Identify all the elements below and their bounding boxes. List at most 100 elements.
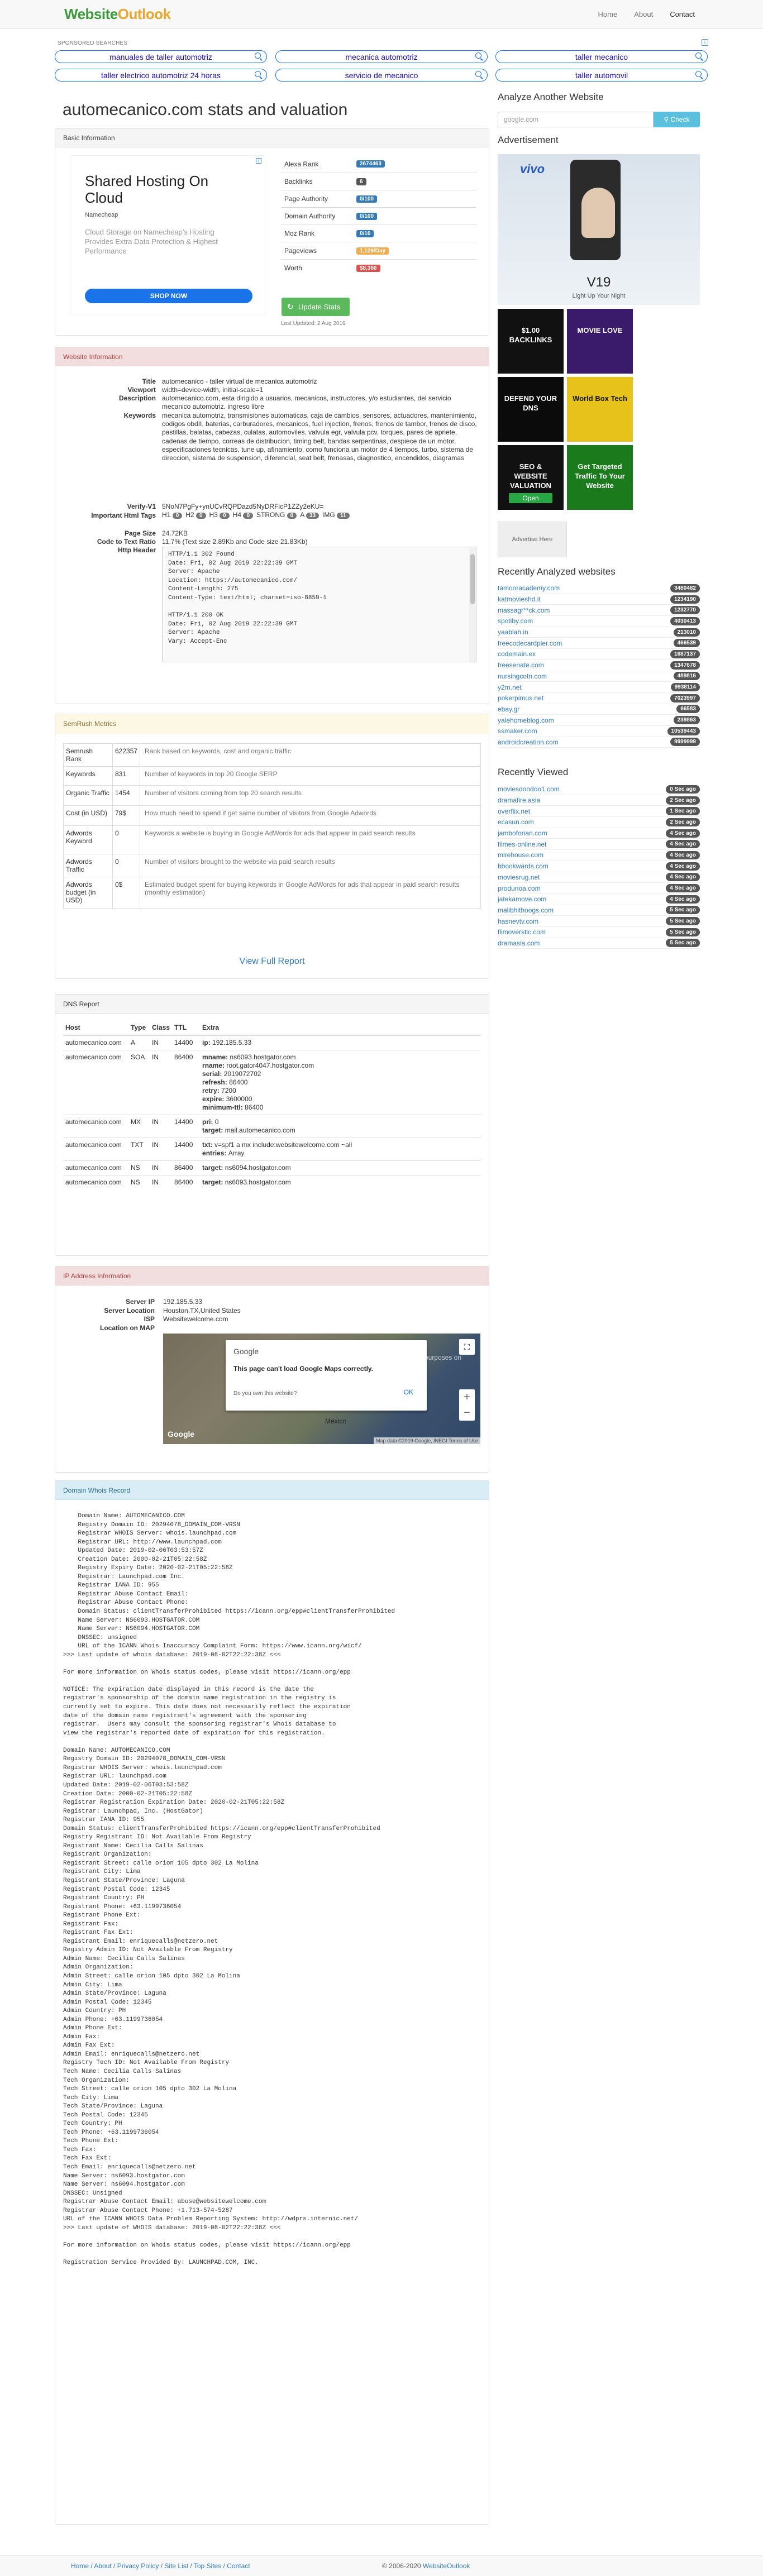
list-item[interactable]: dramafire.asia 2 Sec ago	[498, 795, 700, 806]
list-item[interactable]: bbookwards.com 4 Sec ago	[498, 861, 700, 872]
site-link[interactable]: bbookwards.com	[498, 862, 549, 870]
advertise-here-banner[interactable]: Advertise Here	[498, 522, 567, 557]
site-link[interactable]: overflix.net	[498, 807, 530, 815]
list-item[interactable]: spotiby.com 4030413	[498, 616, 700, 627]
list-item[interactable]: malibhithoogs.com 5 Sec ago	[498, 905, 700, 916]
list-item[interactable]: freecodecardpier.com 466539	[498, 638, 700, 649]
list-item[interactable]: filmes-online.net 4 Sec ago	[498, 839, 700, 850]
stat-label: Worth	[284, 264, 302, 272]
site-link[interactable]: nursingcotn.com	[498, 672, 547, 680]
phone-ad[interactable]: vivo V19 Light Up Your Night	[498, 154, 700, 305]
ad-info-icon[interactable]: i	[702, 39, 708, 46]
update-stats-button[interactable]: ↻ Update Stats	[282, 298, 350, 316]
dns-row: automecanico.com NS IN 86400 target: ns6094.…	[63, 1160, 481, 1175]
list-item[interactable]: tamooracademy.com 3480482	[498, 583, 700, 594]
sponsored-link[interactable]: taller automovil	[495, 69, 708, 82]
site-link[interactable]: tamooracademy.com	[498, 584, 560, 592]
list-item[interactable]: yalehomeblog.com 239863	[498, 715, 700, 726]
site-link[interactable]: freesenate.com	[498, 661, 544, 669]
list-item[interactable]: nursingcotn.com 489816	[498, 671, 700, 682]
site-link[interactable]: filmes-online.net	[498, 840, 546, 848]
fullscreen-icon[interactable]: ⛶	[459, 1339, 475, 1355]
footer-links[interactable]: Home / About / Privacy Policy / Site Lis…	[71, 2562, 250, 2570]
site-link[interactable]: spotiby.com	[498, 617, 533, 625]
list-item[interactable]: produnoa.com 4 Sec ago	[498, 883, 700, 894]
scrollbar[interactable]	[469, 547, 476, 662]
location-map[interactable]: México Google for development purposes o…	[163, 1334, 480, 1444]
list-item[interactable]: pokerpimus.net 7023997	[498, 693, 700, 704]
list-item[interactable]: jamboforian.com 4 Sec ago	[498, 828, 700, 839]
ad-info-icon[interactable]: i	[256, 158, 261, 164]
list-item[interactable]: katmovieshd.it 1234190	[498, 594, 700, 605]
list-item[interactable]: moviesdoodoo1.com 0 Sec ago	[498, 784, 700, 795]
check-button[interactable]: ⚲ Check	[654, 112, 700, 127]
site-link[interactable]: hasnevtv.com	[498, 917, 538, 925]
sponsored-link[interactable]: mecanica automotriz	[275, 50, 488, 63]
site-link[interactable]: mirehouse.com	[498, 851, 543, 859]
list-item[interactable]: mirehouse.com 4 Sec ago	[498, 850, 700, 861]
rank-badge: 3480482	[670, 584, 700, 592]
list-item[interactable]: ssmaker.com 10539443	[498, 726, 700, 737]
list-item[interactable]: dramasia.com 5 Sec ago	[498, 938, 700, 949]
ad-banner[interactable]: MOVIE LOVE	[567, 309, 633, 374]
site-link[interactable]: ebay.gr	[498, 705, 519, 713]
dns-extra-item: expire: 3600000	[202, 1095, 252, 1103]
list-item[interactable]: androidcreation.com 9999999	[498, 737, 700, 748]
nav-contact[interactable]: Contact	[670, 10, 695, 18]
list-item[interactable]: flimoverstic.com 5 Sec ago	[498, 927, 700, 938]
site-link[interactable]: malibhithoogs.com	[498, 906, 554, 914]
sponsored-link[interactable]: taller mecanico	[495, 50, 708, 63]
site-link[interactable]: androidcreation.com	[498, 738, 559, 746]
site-link[interactable]: yalehomeblog.com	[498, 716, 554, 724]
list-item[interactable]: y2m.net 9938114	[498, 682, 700, 693]
zoom-controls[interactable]: + −	[459, 1389, 475, 1421]
list-item[interactable]: ebay.gr 66583	[498, 704, 700, 715]
list-item[interactable]: moviesrug.net 4 Sec ago	[498, 872, 700, 883]
list-item[interactable]: freesenate.com 1347678	[498, 660, 700, 671]
map-ok-button[interactable]: OK	[404, 1388, 413, 1396]
site-link[interactable]: moviesrug.net	[498, 873, 540, 881]
dns-row: automecanico.com SOA IN 86400 mname: ns6093.…	[63, 1050, 481, 1115]
dns-cell: IN	[152, 1141, 159, 1149]
site-logo[interactable]: WebsiteOutlook	[64, 6, 171, 23]
ad-cta-button[interactable]: SHOP NOW	[85, 289, 252, 303]
site-link[interactable]: y2m.net	[498, 684, 522, 691]
nav-home[interactable]: Home	[598, 10, 618, 18]
ad-block[interactable]: i Shared Hosting On Cloud Namecheap Clou…	[71, 155, 265, 314]
list-item[interactable]: massagr**ck.com 1232770	[498, 605, 700, 616]
site-link[interactable]: ecasun.com	[498, 818, 534, 826]
site-link[interactable]: jamboforian.com	[498, 829, 547, 837]
view-full-report-link[interactable]: View Full Report	[55, 957, 489, 967]
ad-banner[interactable]: World Box Tech	[567, 377, 633, 442]
list-item[interactable]: hasnevtv.com 5 Sec ago	[498, 916, 700, 927]
list-item[interactable]: overflix.net 1 Sec ago	[498, 806, 700, 818]
nav-about[interactable]: About	[634, 10, 653, 18]
site-link[interactable]: katmovieshd.it	[498, 595, 541, 603]
site-link[interactable]: produnoa.com	[498, 885, 541, 892]
list-item[interactable]: ecasun.com 2 Sec ago	[498, 817, 700, 828]
site-link[interactable]: dramafire.asia	[498, 796, 540, 804]
sponsored-link[interactable]: taller electrico automotriz 24 horas	[55, 69, 267, 82]
site-link[interactable]: jatekamove.com	[498, 895, 546, 903]
site-link[interactable]: freecodecardpier.com	[498, 639, 562, 647]
site-link[interactable]: codemain.ex	[498, 650, 536, 658]
list-item[interactable]: jatekamove.com 4 Sec ago	[498, 894, 700, 905]
list-item[interactable]: codemain.ex 1687137	[498, 649, 700, 660]
site-link[interactable]: pokerpimus.net	[498, 694, 543, 702]
http-header-box[interactable]: HTTP/1.1 302 Found Date: Fri, 02 Aug 201…	[162, 547, 476, 662]
site-link[interactable]: massagr**ck.com	[498, 606, 550, 614]
list-item[interactable]: yaablah.in 213010	[498, 627, 700, 638]
site-link[interactable]: yaablah.in	[498, 628, 528, 636]
analyze-input[interactable]: google.com	[498, 112, 654, 127]
site-link[interactable]: moviesdoodoo1.com	[498, 785, 560, 793]
sponsored-link[interactable]: servicio de mecanico	[275, 69, 488, 82]
ad-banner[interactable]: $1.00 BACKLINKS	[498, 309, 564, 374]
site-link[interactable]: flimoverstic.com	[498, 928, 546, 936]
site-link[interactable]: ssmaker.com	[498, 727, 537, 735]
stat-label: Alexa Rank	[284, 160, 319, 168]
ad-banner[interactable]: DEFEND YOUR DNS	[498, 377, 564, 442]
sponsored-link[interactable]: manuales de taller automotriz	[55, 50, 267, 63]
ad-banner[interactable]: Get Targeted Traffic To Your Website	[567, 445, 633, 510]
site-link[interactable]: dramasia.com	[498, 939, 540, 947]
seo-open-button[interactable]: Open	[509, 493, 552, 503]
